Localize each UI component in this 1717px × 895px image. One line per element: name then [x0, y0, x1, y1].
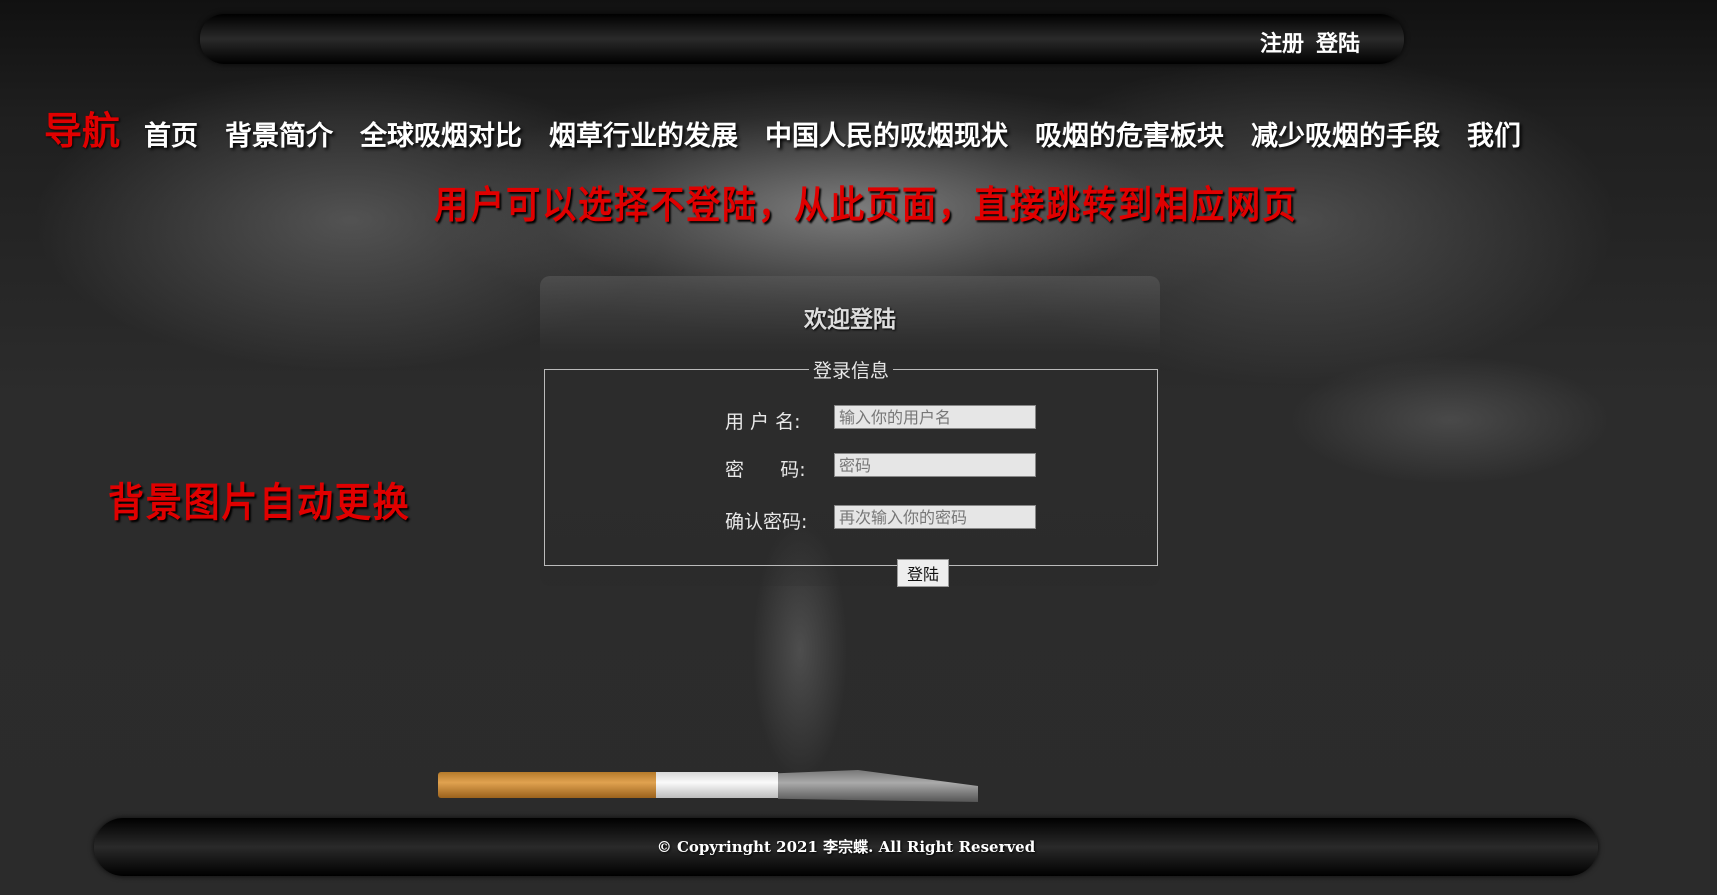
cigarette-ash	[778, 770, 978, 802]
login-submit-button[interactable]: 登陆	[897, 559, 949, 587]
auth-links: 注册 登陆	[1260, 26, 1360, 58]
username-row: 用 户 名:	[545, 405, 1159, 433]
main-nav: 首页 背景简介 全球吸烟对比 烟草行业的发展 中国人民的吸烟现状 吸烟的危害板块…	[144, 114, 1521, 153]
cigarette-paper	[656, 772, 778, 798]
confirm-password-label: 确认密码:	[725, 511, 808, 533]
login-link[interactable]: 登陆	[1316, 26, 1360, 58]
annotation-skip-login: 用户可以选择不登陆，从此页面，直接跳转到相应网页	[434, 183, 1299, 227]
nav-label: 导航	[44, 109, 121, 153]
register-link[interactable]: 注册	[1260, 26, 1304, 58]
nav-item-background[interactable]: 背景简介	[225, 114, 333, 153]
nav-item-reduce-smoking[interactable]: 减少吸烟的手段	[1251, 114, 1440, 153]
login-fieldset: 登录信息 用 户 名: 密 码: 确认密码: 登陆	[544, 356, 1159, 587]
nav-item-global-comparison[interactable]: 全球吸烟对比	[360, 114, 522, 153]
nav-item-china-status[interactable]: 中国人民的吸烟现状	[765, 114, 1008, 153]
confirm-password-row: 确认密码:	[545, 505, 1159, 533]
login-title: 欢迎登陆	[804, 306, 896, 333]
login-legend: 登录信息	[812, 360, 889, 382]
footer-bar: © Copyringht 2021 李宗蝶. All Right Reserve…	[94, 818, 1598, 876]
nav-item-tobacco-industry[interactable]: 烟草行业的发展	[549, 114, 738, 153]
username-label: 用 户 名:	[725, 411, 801, 433]
nav-item-about-us[interactable]: 我们	[1467, 114, 1521, 153]
cigarette-filter	[438, 772, 656, 798]
password-input[interactable]	[834, 453, 1036, 477]
top-bar: 注册 登陆	[200, 14, 1404, 64]
copyright-text: © Copyringht 2021 李宗蝶. All Right Reserve…	[656, 838, 1036, 856]
nav-item-hazards[interactable]: 吸烟的危害板块	[1035, 114, 1224, 153]
cigarette-image	[438, 770, 1038, 802]
password-row: 密 码:	[545, 453, 1159, 481]
annotation-background-rotation: 背景图片自动更换	[108, 480, 411, 526]
login-panel: 欢迎登陆 登录信息 用 户 名: 密 码: 确认密码: 登陆	[540, 276, 1160, 587]
username-input[interactable]	[834, 405, 1036, 429]
password-label: 密 码:	[725, 459, 806, 481]
nav-item-home[interactable]: 首页	[144, 114, 198, 153]
confirm-password-input[interactable]	[834, 505, 1036, 529]
